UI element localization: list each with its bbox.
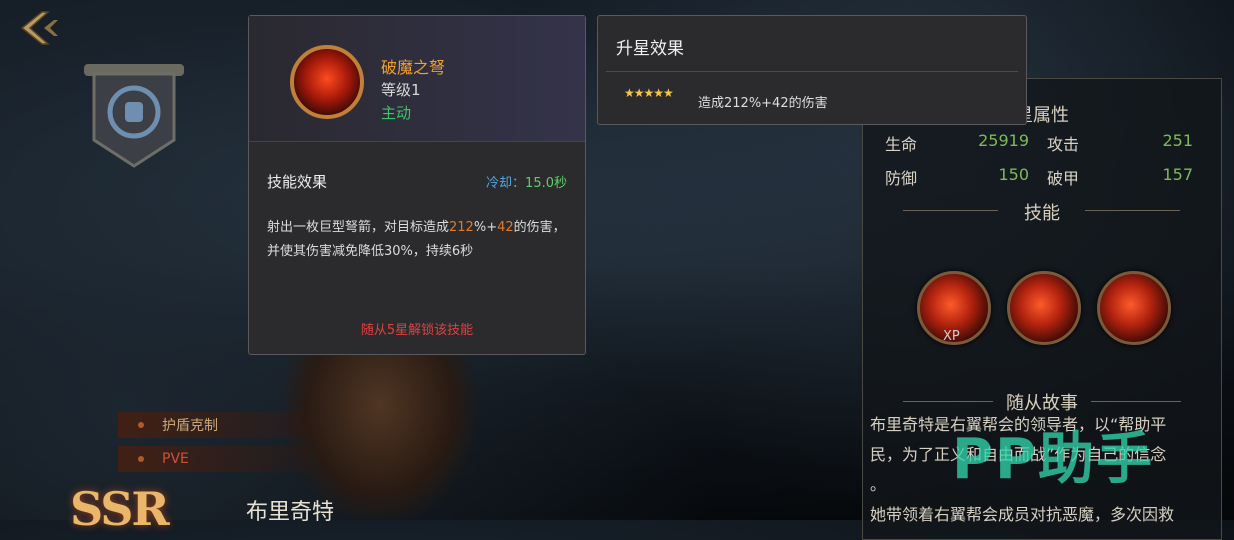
fist-emblem-icon — [84, 64, 184, 168]
tag-dot-icon — [138, 422, 144, 428]
attr-atk-value: 251 — [1162, 131, 1193, 150]
cooldown: 冷却：15.0秒 — [486, 172, 567, 191]
star-upgrade-popup: 升星效果 ★★★★★ 造成212%+42的伤害 — [597, 15, 1027, 125]
effect-title: 技能效果 — [267, 173, 328, 191]
skill-2-button[interactable] — [1007, 271, 1081, 345]
skill-header: 破魔之弩 等级1 主动 — [249, 16, 585, 142]
desc-percent: 212 — [449, 220, 474, 235]
back-arrow-icon — [20, 11, 58, 45]
desc-part: %+ — [473, 220, 498, 235]
back-button[interactable] — [14, 8, 62, 48]
tag-pve: PVE — [118, 446, 308, 472]
divider — [606, 71, 1018, 72]
attr-pen-value: 157 — [1162, 165, 1193, 184]
tag-dot-icon — [138, 456, 144, 462]
star-upgrade-title: 升星效果 — [616, 39, 684, 59]
hero-name: 布里奇特 — [246, 500, 335, 525]
desc-part: 射出一枚巨型弩箭，对目标造成 — [267, 220, 450, 235]
skill-name: 破魔之弩 — [381, 58, 446, 77]
skill-description: 射出一枚巨型弩箭，对目标造成212%+42的伤害，并使其伤害减免降低30%，持续… — [267, 216, 567, 264]
star-upgrade-desc: 造成212%+42的伤害 — [698, 96, 828, 111]
cooldown-label: 冷却： — [486, 176, 526, 191]
skill-type: 主动 — [381, 104, 412, 122]
desc-flat: 42 — [497, 220, 514, 235]
story-line: 她带领着右翼帮会成员对抗恶魔，多次因救 — [870, 505, 1175, 524]
skill-detail-popup: 破魔之弩 等级1 主动 技能效果 冷却：15.0秒 射出一枚巨型弩箭，对目标造成… — [248, 15, 586, 355]
cooldown-value: 15.0秒 — [525, 176, 567, 191]
tag-shield-counter: 护盾克制 — [118, 412, 308, 438]
rarity-badge: SSR — [70, 482, 170, 536]
skills-title: 技能 — [1024, 203, 1060, 224]
star-rating: ★★★★★ — [624, 86, 674, 100]
watermark: PP助手 — [952, 427, 1155, 492]
tag-label: 护盾克制 — [162, 418, 218, 434]
attr-def-label: 防御 — [885, 169, 918, 188]
skill-level: 等级1 — [381, 81, 421, 99]
tag-label: PVE — [162, 451, 189, 467]
skill-3-button[interactable] — [1097, 271, 1171, 345]
xp-label: XP — [943, 329, 960, 344]
attr-pen-label: 破甲 — [1047, 169, 1080, 188]
unlock-requirement: 随从5星解锁该技能 — [360, 323, 474, 338]
attr-def-value: 150 — [998, 165, 1029, 184]
hero-figure — [285, 330, 475, 520]
crossbow-bolt-icon — [290, 45, 364, 119]
attr-atk-label: 攻击 — [1047, 135, 1080, 154]
attr-hp-value: 25919 — [978, 131, 1029, 150]
faction-banner — [84, 62, 184, 172]
attr-hp-label: 生命 — [885, 135, 918, 154]
